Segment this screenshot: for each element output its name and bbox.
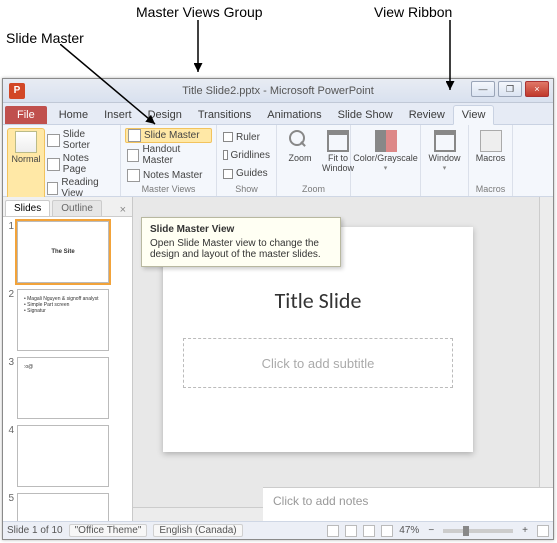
group-presentation-views: Normal Slide Sorter Notes Page Reading V… bbox=[3, 125, 121, 196]
arrow-slide-master bbox=[60, 44, 180, 134]
reading-view-icon bbox=[47, 182, 58, 195]
checkbox-icon bbox=[223, 132, 233, 142]
app-icon: P bbox=[9, 83, 25, 99]
tooltip-body: Open Slide Master view to change the des… bbox=[150, 238, 332, 260]
view-reading-icon[interactable] bbox=[363, 525, 375, 537]
tab-review[interactable]: Review bbox=[401, 106, 453, 124]
normal-view-button[interactable]: Normal bbox=[7, 128, 45, 200]
ribbon: Normal Slide Sorter Notes Page Reading V… bbox=[3, 125, 553, 197]
status-theme: "Office Theme" bbox=[69, 524, 148, 537]
zoom-button[interactable]: Zoom bbox=[281, 128, 319, 183]
dropdown-arrow-icon: ▾ bbox=[384, 164, 388, 172]
group-master-views: Slide Master Handout Master Notes Master… bbox=[121, 125, 217, 196]
dropdown-arrow-icon: ▾ bbox=[443, 164, 447, 172]
thumbnail-list[interactable]: 1 The Site 2 • Magali Nguyen & signoff a… bbox=[3, 217, 132, 521]
window-buttons: — ❐ × bbox=[471, 81, 549, 97]
thumbnail-2[interactable]: 2 • Magali Nguyen & signoff analyst • Si… bbox=[5, 289, 130, 351]
handout-master-icon bbox=[127, 149, 139, 162]
tab-animations[interactable]: Animations bbox=[259, 106, 329, 124]
group-zoom: Zoom Fit to Window Zoom bbox=[277, 125, 351, 196]
color-grayscale-icon bbox=[375, 130, 397, 152]
macros-button[interactable]: Macros bbox=[472, 128, 510, 183]
thumbnail-4[interactable]: 4 bbox=[5, 425, 130, 487]
slides-tab[interactable]: Slides bbox=[5, 200, 50, 216]
status-bar: Slide 1 of 10 "Office Theme" English (Ca… bbox=[3, 521, 553, 539]
slide-subtitle-placeholder[interactable]: Click to add subtitle bbox=[183, 338, 453, 388]
zoom-in-button[interactable]: + bbox=[519, 525, 531, 536]
thumbnail-tabs: Slides Outline × bbox=[3, 197, 132, 217]
maximize-button[interactable]: ❐ bbox=[498, 81, 522, 97]
thumbnail-1[interactable]: 1 The Site bbox=[5, 221, 130, 283]
thumbnail-pane: Slides Outline × 1 The Site 2 • Magali N… bbox=[3, 197, 133, 521]
status-slide-count: Slide 1 of 10 bbox=[7, 525, 63, 536]
powerpoint-window: P Title Slide2.pptx - Microsoft PowerPoi… bbox=[2, 78, 554, 540]
window-title: Title Slide2.pptx - Microsoft PowerPoint bbox=[182, 85, 374, 97]
slide-master-tooltip: Slide Master View Open Slide Master view… bbox=[141, 217, 341, 267]
arrow-view-ribbon bbox=[446, 20, 466, 96]
notes-page-icon bbox=[47, 158, 60, 171]
close-pane-button[interactable]: × bbox=[114, 204, 132, 216]
window-button[interactable]: Window ▾ bbox=[425, 128, 464, 183]
group-label: Macros bbox=[473, 183, 508, 195]
view-normal-icon[interactable] bbox=[327, 525, 339, 537]
group-window: Window ▾ bbox=[421, 125, 469, 196]
group-label: Show bbox=[221, 183, 272, 195]
color-grayscale-button[interactable]: Color/Grayscale ▾ bbox=[355, 128, 416, 183]
vertical-scrollbar[interactable] bbox=[539, 197, 553, 521]
close-button[interactable]: × bbox=[525, 81, 549, 97]
view-sorter-icon[interactable] bbox=[345, 525, 357, 537]
status-language[interactable]: English (Canada) bbox=[153, 524, 242, 537]
fit-slide-button[interactable] bbox=[537, 525, 549, 537]
fit-window-icon bbox=[327, 130, 349, 152]
group-macros: Macros Macros bbox=[469, 125, 513, 196]
group-label: Zoom bbox=[281, 183, 346, 195]
window-icon bbox=[434, 130, 456, 152]
notes-pane[interactable]: Click to add notes bbox=[263, 487, 553, 521]
outline-tab[interactable]: Outline bbox=[52, 200, 102, 216]
checkbox-icon bbox=[223, 169, 233, 179]
checkbox-icon bbox=[223, 150, 228, 160]
group-label: Master Views bbox=[125, 183, 212, 195]
tab-view[interactable]: View bbox=[453, 105, 495, 125]
tab-slide-show[interactable]: Slide Show bbox=[330, 106, 401, 124]
group-show: Ruler Gridlines Guides Show bbox=[217, 125, 277, 196]
macros-icon bbox=[480, 130, 502, 152]
zoom-slider[interactable] bbox=[443, 529, 513, 533]
slide-sorter-icon bbox=[47, 134, 60, 147]
tab-transitions[interactable]: Transitions bbox=[190, 106, 259, 124]
normal-icon bbox=[15, 131, 37, 153]
notes-master-icon bbox=[127, 169, 140, 182]
zoom-out-button[interactable]: − bbox=[425, 525, 437, 536]
notes-page-button[interactable]: Notes Page bbox=[45, 152, 116, 176]
zoom-icon bbox=[289, 130, 305, 146]
group-color-grayscale: Color/Grayscale ▾ bbox=[351, 125, 421, 196]
file-tab[interactable]: File bbox=[5, 106, 47, 124]
callout-text: Master Views Group bbox=[136, 4, 263, 20]
thumbnail-3[interactable]: 3 :o@ bbox=[5, 357, 130, 419]
callout-text: View Ribbon bbox=[374, 4, 452, 20]
thumbnail-5[interactable]: 5 bbox=[5, 493, 130, 521]
slide-title[interactable]: Title Slide bbox=[183, 287, 453, 314]
guides-checkbox[interactable]: Guides bbox=[221, 167, 272, 180]
minimize-button[interactable]: — bbox=[471, 81, 495, 97]
status-zoom-value[interactable]: 47% bbox=[399, 525, 419, 536]
handout-master-button[interactable]: Handout Master bbox=[125, 143, 212, 167]
notes-master-button[interactable]: Notes Master bbox=[125, 168, 212, 183]
gridlines-checkbox[interactable]: Gridlines bbox=[221, 149, 272, 162]
ruler-checkbox[interactable]: Ruler bbox=[221, 131, 272, 144]
view-slideshow-icon[interactable] bbox=[381, 525, 393, 537]
callout-view-ribbon: View Ribbon bbox=[374, 4, 452, 22]
tooltip-title: Slide Master View bbox=[150, 224, 332, 235]
arrow-master-views bbox=[194, 20, 214, 78]
